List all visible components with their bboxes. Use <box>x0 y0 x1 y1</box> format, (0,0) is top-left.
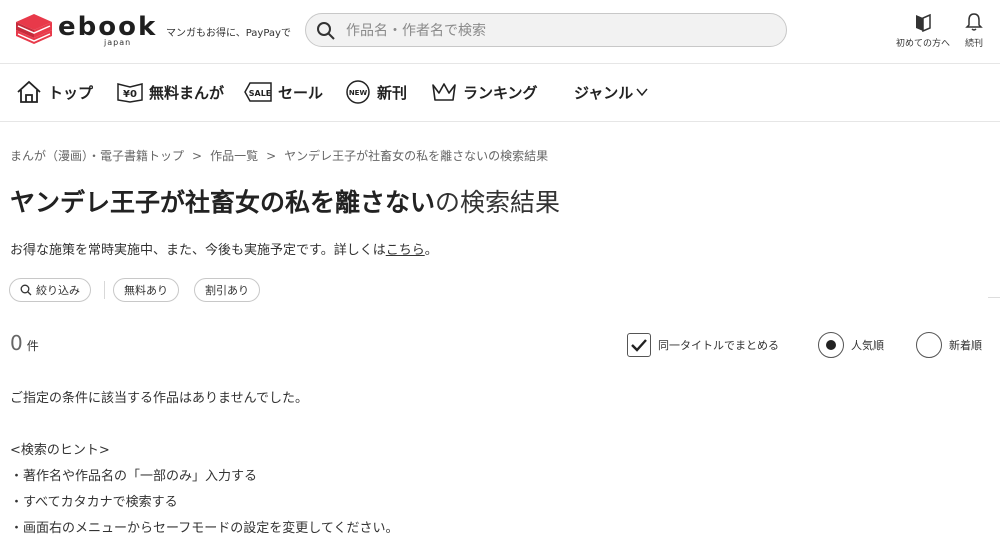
result-count-unit: 件 <box>26 339 39 353</box>
breadcrumb-item-top[interactable]: まんが（漫画）・電子書籍トップ <box>10 149 184 163</box>
sort-new-radio[interactable] <box>916 332 942 358</box>
yen-zero-icon: ¥0 <box>117 83 143 103</box>
divider <box>988 297 1000 298</box>
continue-label: 続刊 <box>964 39 983 49</box>
search-icon <box>20 284 32 296</box>
sale-tag-icon: SALE <box>244 82 272 102</box>
free-filter-label: 無料あり <box>124 284 168 297</box>
home-icon <box>17 80 41 103</box>
continue-notification-button[interactable]: 続刊 <box>958 12 990 49</box>
nav-label-genre: ジャンル <box>574 83 634 102</box>
search-hint-item: ・画面右のメニューからセーフモードの設定を変更してください。 <box>10 521 399 536</box>
page-title-suffix: の検索結果 <box>435 188 561 217</box>
nav-item-ranking[interactable]: ランキング <box>431 80 538 104</box>
group-same-title-option[interactable]: 同一タイトルでまとめる <box>627 331 779 359</box>
crown-icon <box>432 83 456 101</box>
sort-popular-radio[interactable] <box>818 332 844 358</box>
nav-label-free-manga: 無料まんが <box>149 83 225 102</box>
search-bar[interactable] <box>305 13 787 47</box>
nav-label-top: トップ <box>48 83 94 102</box>
search-hint-heading: <検索のヒント> <box>10 443 110 458</box>
promo-notice: お得な施策を常時実施中、また、今後も実施予定です。詳しくはこちら。 <box>10 239 438 258</box>
search-hint-item: ・著作名や作品名の「一部のみ」入力する <box>10 469 258 484</box>
book-stack-logo-icon <box>16 14 52 44</box>
search-input[interactable] <box>344 18 768 44</box>
beginner-mark-icon <box>916 13 931 32</box>
discount-filter-label: 割引あり <box>205 284 249 297</box>
svg-text:NEW: NEW <box>349 89 368 97</box>
filter-divider <box>104 281 105 299</box>
sort-new-label: 新着順 <box>949 339 982 352</box>
new-badge-icon: NEW <box>346 80 370 104</box>
nav-item-top[interactable]: トップ <box>16 80 93 104</box>
main-nav: トップ ¥0 無料まんが SALE セール NEW 新刊 ランキング ジャンル <box>0 64 1000 122</box>
first-time-guide-label: 初めての方へ <box>895 39 950 49</box>
narrow-down-label: 絞り込み <box>36 284 80 297</box>
sort-new-option[interactable]: 新着順 <box>916 331 982 359</box>
result-count: 0件 <box>10 331 39 355</box>
nav-item-sale[interactable]: SALE セール <box>244 80 323 104</box>
ebook-japan-logo[interactable]: ebook japan <box>14 12 159 52</box>
result-count-number: 0 <box>10 331 23 355</box>
free-filter-chip[interactable]: 無料あり <box>113 278 179 302</box>
search-icon <box>317 22 335 40</box>
page-title: ヤンデレ王子が社畜女の私を離さないの検索結果 <box>10 183 560 219</box>
svg-text:SALE: SALE <box>249 89 272 98</box>
promo-notice-link[interactable]: こちら <box>386 243 425 258</box>
narrow-down-button[interactable]: 絞り込み <box>9 278 91 302</box>
sort-popular-option[interactable]: 人気順 <box>818 331 884 359</box>
search-hint-item: ・すべてカタカナで検索する <box>10 495 178 510</box>
breadcrumb-item-current: ヤンデレ王子が社畜女の私を離さないの検索結果 <box>284 149 549 163</box>
discount-filter-chip[interactable]: 割引あり <box>194 278 260 302</box>
promo-notice-text: お得な施策を常時実施中、また、今後も実施予定です。詳しくは <box>10 243 386 258</box>
nav-label-sale: セール <box>278 83 324 102</box>
page-title-keyword: ヤンデレ王子が社畜女の私を離さない <box>10 188 436 217</box>
nav-item-genre[interactable]: ジャンル <box>574 80 648 104</box>
radio-selected-dot <box>826 340 836 350</box>
logo-subtext: japan <box>104 38 132 47</box>
nav-item-new-releases[interactable]: NEW 新刊 <box>345 80 407 104</box>
promo-notice-end: 。 <box>424 243 438 258</box>
breadcrumb-separator: > <box>266 149 277 163</box>
svg-text:¥0: ¥0 <box>123 89 137 100</box>
nav-label-ranking: ランキング <box>463 83 538 102</box>
first-time-guide-button[interactable]: 初めての方へ <box>888 12 958 49</box>
group-same-title-label: 同一タイトルでまとめる <box>658 339 779 352</box>
breadcrumb-separator: > <box>192 149 203 163</box>
breadcrumb-item-works-list[interactable]: 作品一覧 <box>210 149 258 163</box>
nav-label-new-releases: 新刊 <box>377 83 408 102</box>
checkmark-icon <box>631 339 647 352</box>
nav-item-free-manga[interactable]: ¥0 無料まんが <box>117 80 224 104</box>
empty-result-message: ご指定の条件に該当する作品はありませんでした。 <box>10 391 308 406</box>
breadcrumb: まんが（漫画）・電子書籍トップ > 作品一覧 > ヤンデレ王子が社畜女の私を離さないの検… <box>10 147 548 164</box>
site-header: ebook japan マンガもお得に、PayPayで 初めての方へ 続刊 <box>0 0 1000 64</box>
header-tagline: マンガもお得に、PayPayで <box>166 28 291 39</box>
group-same-title-checkbox[interactable] <box>627 333 651 357</box>
sort-popular-label: 人気順 <box>851 339 884 352</box>
empty-result-section: ご指定の条件に該当する作品はありませんでした。 <検索のヒント> ・著作名や作品… <box>10 386 398 542</box>
chevron-down-icon <box>636 88 648 97</box>
bell-icon <box>965 13 983 31</box>
